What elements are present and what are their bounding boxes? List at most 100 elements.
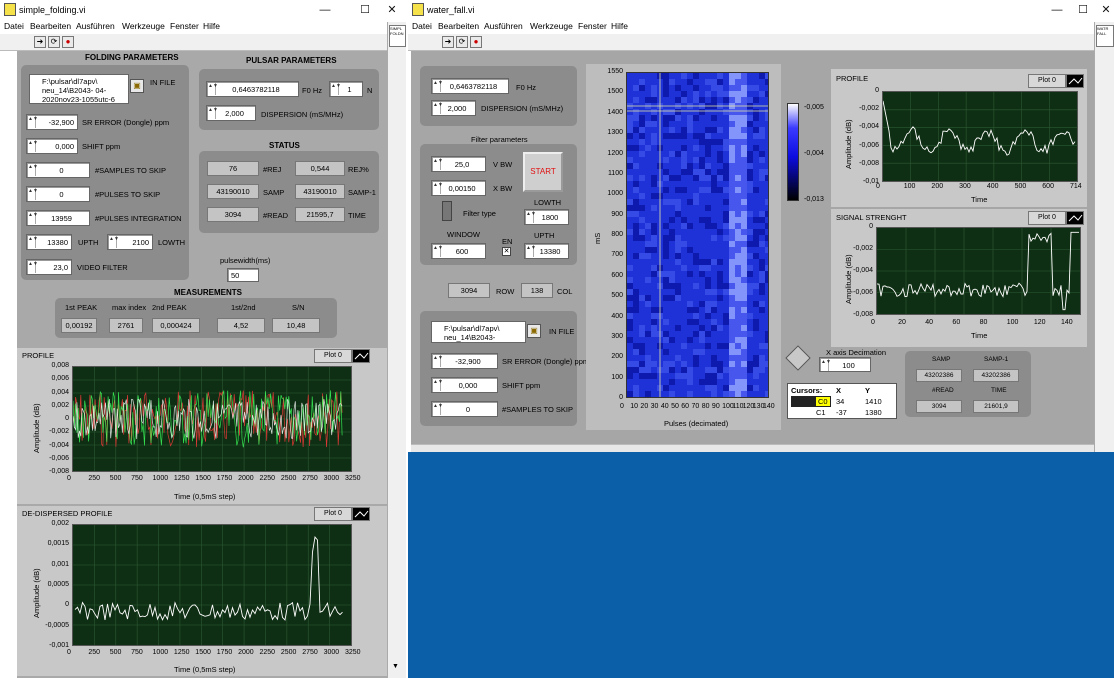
f0-input[interactable]: ▲▼ 0,6463782118 bbox=[431, 78, 509, 94]
lowth-input[interactable]: ▲▼ 2100 bbox=[107, 234, 153, 250]
toolbar: ➜ ⟳ ● bbox=[0, 34, 387, 51]
menu-bearbeiten[interactable]: Bearbeiten bbox=[438, 21, 479, 31]
plot-legend-label[interactable]: Plot 0 bbox=[1028, 74, 1066, 88]
close-icon[interactable]: ✕ bbox=[380, 2, 404, 18]
menu-ausfuehren[interactable]: Ausführen bbox=[76, 21, 115, 31]
folder-browse-icon[interactable]: ▣ bbox=[527, 324, 541, 338]
waterfall-xlabel: Pulses (decimated) bbox=[664, 419, 729, 428]
plot-legend-label[interactable]: Plot 0 bbox=[1028, 211, 1066, 225]
sr-error-input[interactable]: ▲▼ -32,900 bbox=[431, 353, 498, 369]
tick-label: 0,0005 bbox=[47, 581, 69, 588]
plot-legend-swatch-icon[interactable] bbox=[352, 349, 370, 363]
in-file-path[interactable]: F:\pulsar\dl7apv\ neu_14\B2043- bbox=[431, 321, 526, 343]
run-arrow-icon[interactable]: ➜ bbox=[442, 36, 454, 48]
cursors-header: Cursors: bbox=[791, 386, 823, 395]
menu-ausfuehren[interactable]: Ausführen bbox=[484, 21, 523, 31]
tick-label: 400 bbox=[611, 312, 623, 320]
plot-legend-label[interactable]: Plot 0 bbox=[314, 349, 352, 363]
profile-plot-area[interactable] bbox=[72, 366, 352, 472]
horizontal-scrollbar[interactable] bbox=[411, 444, 1094, 452]
pulses-skip-input[interactable]: ▲▼ 0 bbox=[26, 186, 90, 202]
tick-label: -0,002 bbox=[859, 105, 879, 113]
pulses-integration-input[interactable]: ▲▼ 13959 bbox=[26, 210, 90, 226]
colorbar-max: -0,005 bbox=[804, 104, 824, 111]
upth-input[interactable]: ▲▼ 13380 bbox=[26, 234, 72, 250]
shift-input[interactable]: ▲▼ 0,000 bbox=[26, 138, 78, 154]
scroll-down-icon[interactable]: ▼ bbox=[392, 663, 399, 670]
samp1-label: SAMP-1 bbox=[348, 188, 376, 197]
tick-label: 120 bbox=[1033, 319, 1046, 326]
menu-hilfe[interactable]: Hilfe bbox=[203, 21, 220, 31]
colorbar[interactable] bbox=[787, 103, 799, 201]
title-bar[interactable]: simple_folding.vi — ☐ ✕ bbox=[0, 0, 406, 20]
menu-hilfe[interactable]: Hilfe bbox=[611, 21, 628, 31]
tick-label: 20 bbox=[898, 319, 906, 326]
maximize-icon[interactable]: ☐ bbox=[353, 2, 377, 18]
plot-legend-label[interactable]: Plot 0 bbox=[314, 507, 352, 521]
tick-label: 3000 bbox=[323, 475, 340, 482]
labview-vi-icon bbox=[412, 3, 424, 16]
plot-legend-swatch-icon[interactable] bbox=[1066, 74, 1084, 88]
plot-legend-swatch-icon[interactable] bbox=[1066, 211, 1084, 225]
pulsewidth-input[interactable]: 50 bbox=[227, 268, 259, 282]
menu-fenster[interactable]: Fenster bbox=[170, 21, 199, 31]
run-continuously-icon[interactable]: ⟳ bbox=[48, 36, 60, 48]
time-indicator: 21595,7 bbox=[295, 207, 345, 222]
window-input[interactable]: ▲▼ 600 bbox=[431, 243, 486, 259]
abort-icon[interactable]: ● bbox=[62, 36, 74, 48]
cursor-row-c0[interactable]: C0 bbox=[791, 396, 831, 407]
abort-icon[interactable]: ● bbox=[470, 36, 482, 48]
samples-skip-input[interactable]: ▲▼ 0 bbox=[431, 401, 498, 417]
tick-label: 100 bbox=[903, 183, 916, 190]
signal-strength-graph: SIGNAL STRENGHT Plot 0 Amplitude (dB) Ti… bbox=[831, 209, 1087, 347]
video-filter-input[interactable]: ▲▼ 23,0 bbox=[26, 259, 72, 275]
start-button[interactable]: START bbox=[523, 152, 563, 192]
xbw-input[interactable]: ▲▼ 0,00150 bbox=[431, 180, 486, 196]
in-file-path[interactable]: F:\pulsar\dl7apv\ neu_14\B2043- 04-2020n… bbox=[29, 74, 129, 104]
menu-fenster[interactable]: Fenster bbox=[578, 21, 607, 31]
run-continuously-icon[interactable]: ⟳ bbox=[456, 36, 468, 48]
upth-input[interactable]: ▲▼ 13380 bbox=[524, 243, 569, 259]
shift-input[interactable]: ▲▼ 0,000 bbox=[431, 377, 498, 393]
folder-browse-icon[interactable]: ▣ bbox=[130, 79, 144, 93]
maximize-icon[interactable]: ☐ bbox=[1071, 2, 1095, 18]
close-icon[interactable]: ✕ bbox=[1094, 2, 1114, 18]
connector-pane-strip: SIMPL FOLDN ▼ bbox=[387, 22, 406, 678]
menu-bearbeiten[interactable]: Bearbeiten bbox=[30, 21, 71, 31]
minimize-icon[interactable]: — bbox=[1045, 2, 1069, 18]
tick-label: 1250 bbox=[173, 649, 190, 656]
filter-type-slider[interactable] bbox=[442, 201, 452, 221]
tick-label: 300 bbox=[611, 332, 623, 340]
samples-skip-input[interactable]: ▲▼ 0 bbox=[26, 162, 90, 178]
plot-legend-swatch-icon[interactable] bbox=[352, 507, 370, 521]
cursor-row-c1[interactable]: C1 bbox=[791, 407, 831, 418]
xaxis-decimation-input[interactable]: ▲▼ 100 bbox=[819, 357, 871, 372]
cursor-legend[interactable]: Cursors: X Y C0 34 1410 C1 -37 1380 bbox=[787, 383, 897, 419]
dispersion-input[interactable]: ▲▼ 2,000 bbox=[431, 100, 476, 116]
window-label: WINDOW bbox=[447, 230, 480, 239]
window-title: simple_folding.vi bbox=[19, 5, 86, 15]
en-checkbox[interactable]: ✕ bbox=[502, 247, 511, 256]
read-indicator: 3094 bbox=[916, 400, 962, 413]
run-arrow-icon[interactable]: ➜ bbox=[34, 36, 46, 48]
read-indicator: 3094 bbox=[207, 207, 259, 222]
graph-navigation-icon[interactable] bbox=[785, 345, 811, 371]
dedispersed-plot-area[interactable] bbox=[72, 524, 352, 646]
menu-datei[interactable]: Datei bbox=[412, 21, 432, 31]
menu-werkzeuge[interactable]: Werkzeuge bbox=[122, 21, 165, 31]
menu-datei[interactable]: Datei bbox=[4, 21, 24, 31]
waterfall-plot-area[interactable] bbox=[626, 72, 769, 398]
lowth-input[interactable]: ▲▼ 1800 bbox=[524, 209, 569, 225]
f0-input[interactable]: ▲▼ 0,6463782118 bbox=[206, 81, 299, 97]
n-input[interactable]: ▲▼ 1 bbox=[329, 81, 363, 97]
dispersion-input[interactable]: ▲▼ 2,000 bbox=[206, 105, 256, 121]
profile-ylabel: Amplitude (dB) bbox=[32, 403, 41, 453]
sr-error-input[interactable]: ▲▼ -32,900 bbox=[26, 114, 78, 130]
vbw-input[interactable]: ▲▼ 25,0 bbox=[431, 156, 486, 172]
menu-werkzeuge[interactable]: Werkzeuge bbox=[530, 21, 573, 31]
profile-xlabel: Time (0,5mS step) bbox=[174, 492, 236, 501]
wf-profile-plot-area[interactable] bbox=[882, 91, 1078, 182]
title-bar[interactable]: water_fall.vi — ☐ ✕ bbox=[408, 0, 1114, 20]
signal-strength-plot-area[interactable] bbox=[876, 227, 1081, 315]
minimize-icon[interactable]: — bbox=[313, 2, 337, 18]
